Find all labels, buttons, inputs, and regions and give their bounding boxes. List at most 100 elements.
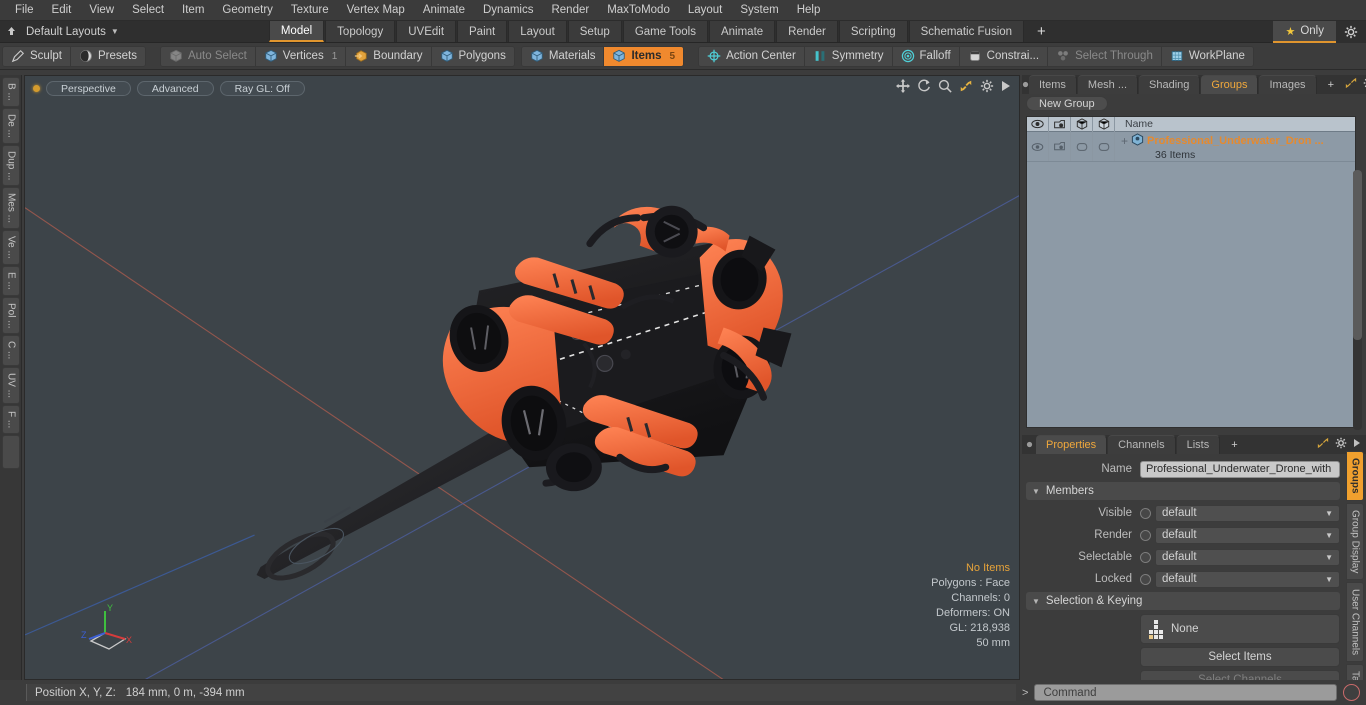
layout-tab-layout[interactable]: Layout: [508, 21, 567, 42]
polygons-button[interactable]: Polygons: [431, 46, 514, 66]
side-tab-group-display[interactable]: Group Display: [1346, 502, 1364, 580]
properties-more-arrow-icon[interactable]: [1353, 438, 1361, 451]
menu-item-animate[interactable]: Animate: [414, 2, 474, 18]
row-selectable-toggle[interactable]: [1071, 132, 1093, 161]
keying-set-selector[interactable]: None: [1140, 614, 1340, 644]
panel-tab-mesh[interactable]: Mesh ...: [1077, 75, 1139, 94]
table-row[interactable]: + Professional_Underwater_Dron ... 36 It…: [1027, 132, 1355, 162]
side-tab-user-channels[interactable]: User Channels: [1346, 581, 1364, 663]
left-tool-tab-4[interactable]: Ve ...: [2, 230, 20, 265]
expand-icon[interactable]: [1345, 77, 1357, 92]
scrollbar-thumb[interactable]: [1353, 170, 1362, 340]
property-radio-locked[interactable]: [1140, 573, 1151, 585]
left-tool-tab-extra[interactable]: [2, 434, 20, 469]
left-tool-tab-3[interactable]: Mes ...: [2, 187, 20, 230]
members-section-header[interactable]: ▼ Members: [1026, 482, 1340, 500]
menu-item-help[interactable]: Help: [788, 2, 830, 18]
viewport-shading-mode[interactable]: Advanced: [136, 80, 214, 96]
property-radio-selectable[interactable]: [1140, 551, 1151, 563]
viewport-view-mode[interactable]: Perspective: [46, 80, 131, 96]
properties-menu-dot-icon[interactable]: [1022, 435, 1036, 454]
menu-item-system[interactable]: System: [731, 2, 787, 18]
zoom-icon[interactable]: [938, 79, 952, 93]
row-render-toggle[interactable]: [1049, 132, 1071, 161]
panel-tab-groups[interactable]: Groups: [1201, 75, 1259, 94]
row-lock-toggle[interactable]: [1093, 132, 1115, 161]
viewport-3d[interactable]: Perspective Advanced Ray GL: Off No Item…: [24, 75, 1020, 680]
left-tool-tab-9[interactable]: F ...: [2, 404, 20, 434]
left-tool-tab-0[interactable]: B ...: [2, 77, 20, 107]
presets-button[interactable]: Presets: [70, 46, 145, 66]
constrai-button[interactable]: Constrai...: [959, 46, 1049, 66]
workplane-button[interactable]: WorkPlane: [1161, 46, 1253, 66]
panel-tab-shading[interactable]: Shading: [1139, 75, 1201, 94]
fit-icon[interactable]: [959, 79, 973, 93]
side-tab-groups[interactable]: Groups: [1346, 451, 1364, 501]
layout-tab-topology[interactable]: Topology: [325, 21, 396, 42]
left-tool-tab-6[interactable]: Pol ...: [2, 296, 20, 335]
menu-item-texture[interactable]: Texture: [282, 2, 338, 18]
items-button[interactable]: Items 5: [604, 46, 684, 66]
group-list-scrollbar[interactable]: [1353, 170, 1362, 430]
group-name-input[interactable]: Professional_Underwater_Drone_with: [1140, 460, 1340, 478]
menu-item-maxtomodo[interactable]: MaxToModo: [598, 2, 679, 18]
falloff-button[interactable]: Falloff: [892, 46, 960, 66]
properties-tab-lists[interactable]: Lists: [1176, 435, 1221, 454]
selection-keying-section-header[interactable]: ▼ Selection & Keying: [1026, 592, 1340, 610]
expand-toggle[interactable]: +: [1121, 135, 1128, 147]
layout-tab-paint[interactable]: Paint: [457, 21, 508, 42]
menu-item-geometry[interactable]: Geometry: [213, 2, 282, 18]
left-tool-tab-1[interactable]: De ...: [2, 107, 20, 144]
sculpt-button[interactable]: Sculpt: [3, 46, 71, 66]
layout-tab-setup[interactable]: Setup: [567, 21, 622, 42]
layout-tab-scripting[interactable]: Scripting: [838, 21, 908, 42]
menu-item-layout[interactable]: Layout: [679, 2, 732, 18]
add-tab-button[interactable]: +: [1318, 75, 1344, 94]
play-icon[interactable]: [1001, 80, 1011, 92]
gear-icon[interactable]: [980, 79, 994, 93]
only-toggle-button[interactable]: ★ Only: [1273, 21, 1336, 43]
menu-item-render[interactable]: Render: [542, 2, 598, 18]
command-input[interactable]: Command: [1034, 684, 1337, 701]
menu-item-vertex-map[interactable]: Vertex Map: [338, 2, 414, 18]
new-group-button[interactable]: New Group: [1026, 96, 1108, 111]
property-dropdown-render[interactable]: default ▼: [1155, 526, 1340, 544]
menu-item-edit[interactable]: Edit: [43, 2, 81, 18]
left-tool-tab-5[interactable]: E ...: [2, 265, 20, 296]
layout-tab-render[interactable]: Render: [776, 21, 838, 42]
layout-tab-uvedit[interactable]: UVEdit: [396, 21, 457, 42]
add-layout-tab-button[interactable]: +: [1025, 21, 1058, 42]
menu-item-item[interactable]: Item: [173, 2, 213, 18]
rotate-icon[interactable]: [917, 79, 931, 93]
panel-tab-items[interactable]: Items: [1029, 75, 1077, 94]
home-icon[interactable]: [0, 21, 22, 42]
menu-item-select[interactable]: Select: [123, 2, 173, 18]
layout-tab-schematic-fusion[interactable]: Schematic Fusion: [908, 21, 1025, 42]
default-layouts-menu[interactable]: Default Layouts ▼: [22, 21, 129, 42]
row-visible-toggle[interactable]: [1027, 132, 1049, 161]
property-radio-render[interactable]: [1140, 529, 1151, 541]
viewport-raygl-mode[interactable]: Ray GL: Off: [219, 80, 305, 96]
panel-menu-dot-icon[interactable]: [1022, 75, 1029, 94]
properties-add-tab-button[interactable]: +: [1221, 435, 1247, 454]
layout-tab-animate[interactable]: Animate: [708, 21, 776, 42]
pan-icon[interactable]: [896, 79, 910, 93]
property-dropdown-visible[interactable]: default ▼: [1155, 504, 1340, 522]
group-list[interactable]: Name + Professional_Underwater_Dron ... …: [1026, 116, 1356, 428]
panel-tab-images[interactable]: Images: [1259, 75, 1317, 94]
left-tool-tab-7[interactable]: C ...: [2, 335, 20, 366]
layout-settings-button[interactable]: [1336, 21, 1366, 43]
menu-item-file[interactable]: File: [6, 2, 43, 18]
menu-item-dynamics[interactable]: Dynamics: [474, 2, 542, 18]
record-icon[interactable]: [1343, 684, 1360, 701]
left-tool-tab-2[interactable]: Dup ...: [2, 144, 20, 187]
layout-tab-game-tools[interactable]: Game Tools: [622, 21, 708, 42]
property-radio-visible[interactable]: [1140, 507, 1151, 519]
properties-gear-icon[interactable]: [1335, 437, 1347, 452]
vertices-button[interactable]: Vertices 1: [255, 46, 347, 66]
action-center-button[interactable]: Action Center: [699, 46, 805, 66]
expand-icon[interactable]: [1317, 437, 1329, 452]
menu-item-view[interactable]: View: [80, 2, 123, 18]
select-items-button[interactable]: Select Items: [1140, 647, 1340, 667]
layout-tab-model[interactable]: Model: [268, 21, 325, 42]
